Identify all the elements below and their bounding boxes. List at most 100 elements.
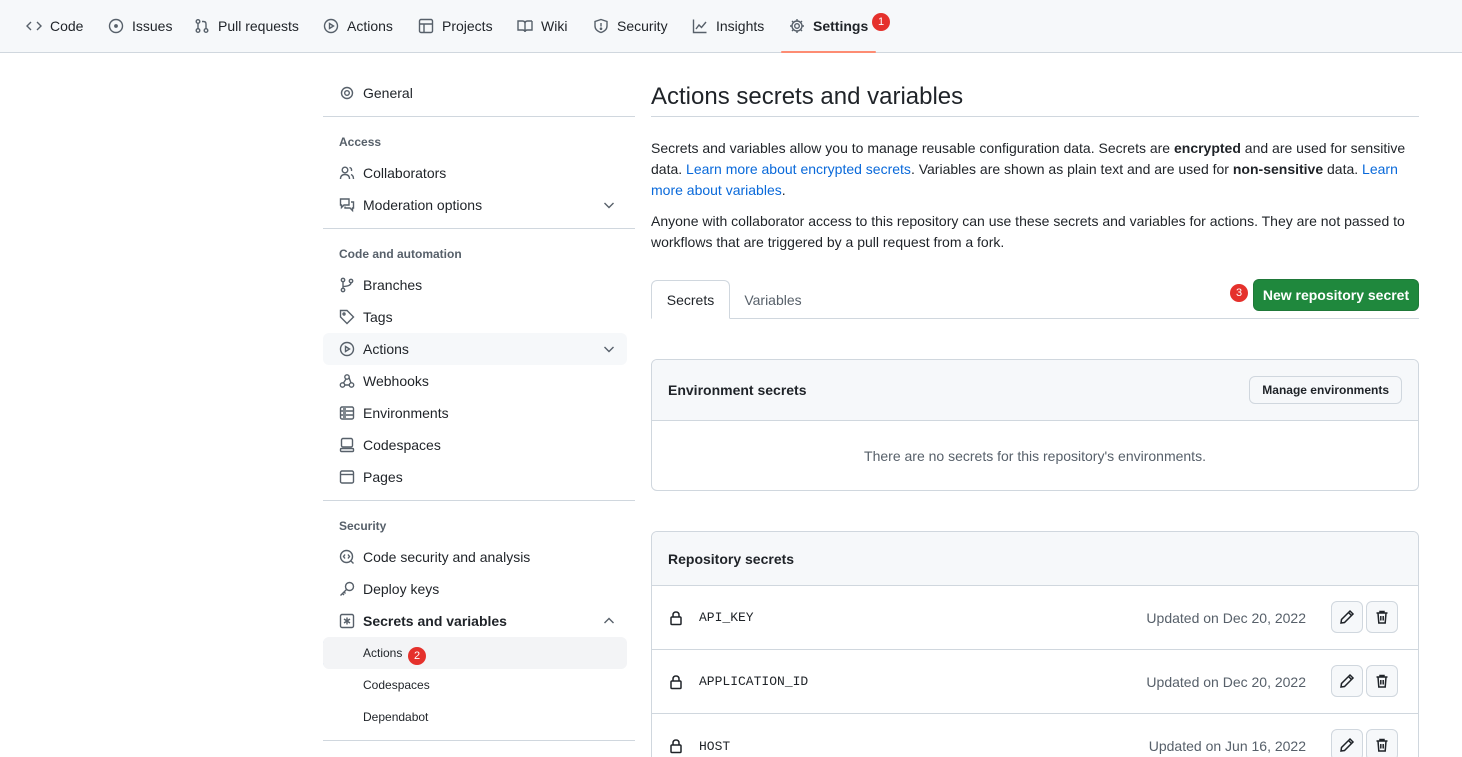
environment-secrets-header: Environment secrets Manage environments xyxy=(652,360,1418,421)
sidebar-item-tags[interactable]: Tags xyxy=(323,301,627,333)
sidebar-item-deploy-keys[interactable]: Deploy keys xyxy=(323,573,627,605)
tab-security[interactable]: Security xyxy=(593,0,668,52)
delete-secret-button[interactable] xyxy=(1366,665,1398,697)
sidebar-subitem-dependabot[interactable]: Dependabot xyxy=(323,701,627,733)
repository-secrets-box: Repository secrets API_KEY Updated on De… xyxy=(651,531,1419,757)
page-title: Actions secrets and variables xyxy=(651,83,964,110)
sidebar-subitem-label: Dependabot xyxy=(363,710,429,724)
chevron-down-icon xyxy=(604,202,614,209)
asterisk-icon xyxy=(339,613,355,629)
tab-settings-label: Settings xyxy=(813,18,869,34)
book-icon xyxy=(517,20,533,33)
code-icon xyxy=(26,21,42,31)
tab-secrets[interactable]: Secrets xyxy=(651,280,730,319)
secret-updated: Updated on Dec 20, 2022 xyxy=(1146,673,1306,690)
sidebar-item-code-security[interactable]: Code security and analysis xyxy=(323,541,627,573)
delete-secret-button[interactable] xyxy=(1366,601,1398,633)
tab-wiki[interactable]: Wiki xyxy=(517,0,567,52)
intro-text: . xyxy=(781,182,786,198)
intro-text: data. xyxy=(1323,161,1363,177)
tab-actions[interactable]: Actions xyxy=(323,0,393,52)
sidebar-item-codespaces[interactable]: Codespaces xyxy=(323,429,627,461)
chevron-up-icon xyxy=(604,617,614,624)
server-icon xyxy=(339,406,355,420)
sidebar-item-label: Actions xyxy=(363,341,409,357)
sidebar-item-moderation-options[interactable]: Moderation options xyxy=(323,189,627,221)
sidebar-item-webhooks[interactable]: Webhooks xyxy=(323,365,627,397)
play-icon xyxy=(323,18,339,34)
delete-secret-button[interactable] xyxy=(1366,729,1398,757)
sidebar-item-label: Environments xyxy=(363,405,449,421)
intro-text: . Variables are shown as plain text and … xyxy=(910,161,1233,177)
tab-pull-requests-label: Pull requests xyxy=(218,18,299,34)
intro-emphasis: encrypted xyxy=(1173,140,1241,156)
sidebar-subitem-codespaces[interactable]: Codespaces xyxy=(323,669,627,701)
environment-secrets-box: Environment secrets Manage environments … xyxy=(651,359,1419,491)
webhook-icon xyxy=(339,374,355,388)
environment-secrets-title: Environment secrets xyxy=(668,382,807,398)
repository-secrets-header: Repository secrets xyxy=(652,532,1418,586)
tab-code-label: Code xyxy=(50,18,84,34)
play-icon xyxy=(339,341,355,357)
tab-code[interactable]: Code xyxy=(26,0,83,52)
trash-icon xyxy=(1376,674,1388,688)
sidebar-divider xyxy=(323,500,635,501)
sidebar-item-general[interactable]: General xyxy=(323,77,627,109)
manage-environments-button[interactable]: Manage environments xyxy=(1249,376,1402,404)
tab-insights[interactable]: Insights xyxy=(692,0,764,52)
tab-pull-requests[interactable]: Pull requests xyxy=(194,0,299,52)
tab-projects[interactable]: Projects xyxy=(418,0,493,52)
intro-text: Secrets and variables allow you to manag… xyxy=(651,140,1174,156)
sidebar-item-secrets-variables[interactable]: Secrets and variables xyxy=(323,605,627,637)
shield-icon xyxy=(594,18,608,34)
new-repository-secret-button[interactable]: New repository secret xyxy=(1253,279,1419,311)
codescan-icon xyxy=(339,549,354,564)
edit-secret-button[interactable] xyxy=(1331,729,1363,757)
secret-updated: Updated on Dec 20, 2022 xyxy=(1146,609,1306,626)
sidebar-divider xyxy=(323,228,635,229)
sidebar-item-actions[interactable]: Actions xyxy=(323,333,627,365)
sidebar-section-code-automation: Code and automation xyxy=(339,247,462,261)
table-row: HOST Updated on Jun 16, 2022 xyxy=(652,714,1418,757)
table-icon xyxy=(418,18,434,34)
pencil-icon xyxy=(1340,737,1355,752)
browser-icon xyxy=(339,470,355,484)
sidebar-item-label: Branches xyxy=(363,277,423,293)
step-marker-3: 3 xyxy=(1230,284,1248,302)
tab-variables[interactable]: Variables xyxy=(730,280,816,319)
step-marker-1: 1 xyxy=(872,13,890,31)
pull-request-icon xyxy=(195,19,209,33)
lock-icon xyxy=(668,610,684,626)
gear-icon xyxy=(340,86,354,100)
edit-secret-button[interactable] xyxy=(1331,665,1363,697)
environment-secrets-empty: There are no secrets for this repository… xyxy=(864,447,1206,464)
comment-discussion-icon xyxy=(339,198,355,213)
lock-icon xyxy=(668,738,684,754)
sidebar-item-branches[interactable]: Branches xyxy=(323,269,627,301)
learn-encrypted-secrets-link[interactable]: Learn more about encrypted secrets xyxy=(686,161,911,177)
edit-secret-button[interactable] xyxy=(1331,601,1363,633)
intro-paragraph-1: Secrets and variables allow you to manag… xyxy=(651,138,1419,201)
sidebar-item-label: Moderation options xyxy=(363,197,483,213)
pencil-icon xyxy=(1340,673,1355,688)
sidebar-divider xyxy=(323,116,635,117)
sidebar-item-label: Webhooks xyxy=(363,373,429,389)
trash-icon xyxy=(1376,610,1388,624)
sidebar-item-collaborators[interactable]: Collaborators xyxy=(323,157,627,189)
tab-issues[interactable]: Issues xyxy=(108,0,172,52)
sidebar-divider xyxy=(323,740,635,741)
sidebar-item-label: Deploy keys xyxy=(363,581,440,597)
table-row: APPLICATION_ID Updated on Dec 20, 2022 xyxy=(652,650,1418,714)
sidebar-section-access: Access xyxy=(339,135,382,149)
sidebar-item-pages[interactable]: Pages xyxy=(323,461,627,493)
tab-insights-label: Insights xyxy=(716,18,765,34)
tab-settings[interactable]: Settings xyxy=(780,0,877,53)
sidebar-item-environments[interactable]: Environments xyxy=(323,397,627,429)
repository-secrets-title: Repository secrets xyxy=(668,550,795,567)
title-divider xyxy=(651,116,1419,117)
tab-issues-label: Issues xyxy=(132,18,173,34)
sidebar-subitem-actions[interactable]: Actions xyxy=(323,637,627,669)
sidebar-item-label: General xyxy=(363,85,413,101)
sidebar-item-label: Tags xyxy=(363,309,393,325)
issue-icon xyxy=(108,18,124,34)
